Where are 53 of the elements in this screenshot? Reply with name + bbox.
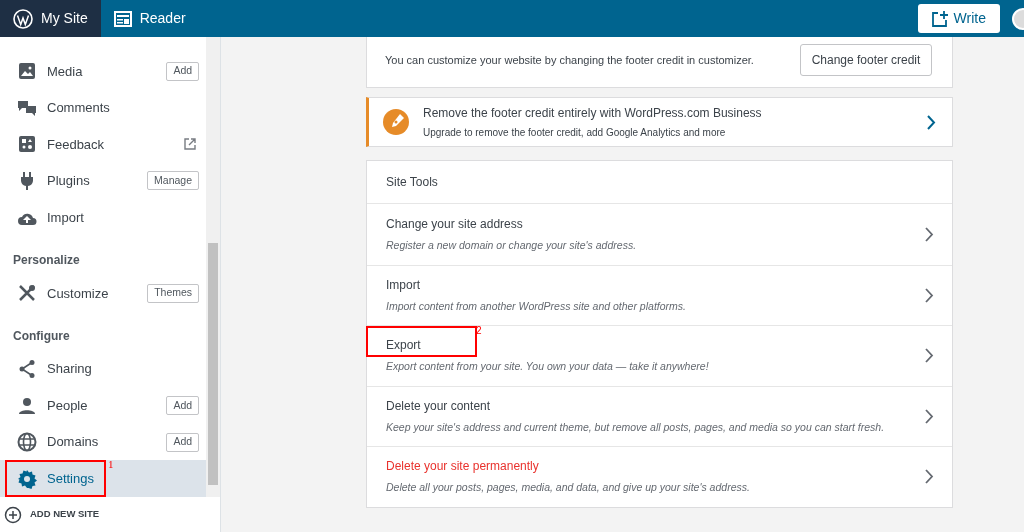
row-title: Change your site address [386,215,523,233]
row-description: Keep your site's address and current theme, but remove all posts, pages, and media so you can start fresh. [386,419,886,435]
person-icon [17,396,37,415]
row-title: Delete your site permanently [386,458,539,476]
gear-icon [17,468,37,489]
site-tool-row[interactable]: Delete your content Keep your site's address and current theme, but remove all posts, pages, and media so you can start fresh. [367,385,952,446]
add-icon [4,505,22,524]
sidebar-action-button[interactable]: Themes [147,283,200,303]
row-title: Delete your content [386,397,491,415]
row-description: Delete all your posts, pages, media, and data, and give up your site's address. [386,480,751,496]
card-heading: Site Tools [386,174,438,191]
write-button[interactable]: Write [917,4,1000,33]
site-tool-row[interactable]: Import Import content from another WordPress site and other platforms. [367,264,952,325]
nav-tab[interactable]: Reader [100,0,199,37]
image-icon [17,62,37,81]
site-tool-row[interactable]: Delete your site permanently Delete all your posts, pages, media, and data, and give up your site's address. [367,446,952,507]
sidebar-action-button[interactable]: Manage [147,171,200,191]
sidebar-item[interactable]: Settings 1 [0,460,207,497]
globe-icon [17,432,37,453]
upsell-banner[interactable]: Remove the footer credit entirely with WordPress.com Business Upgrade to remove the footer credit, add Google Analytics and more [366,97,953,147]
row-title: Export [386,337,421,355]
chevron-right-icon [925,469,934,485]
chevron-right-icon [925,408,934,424]
site-tool-row[interactable]: Export Export content from your site. You own your data — take it anywhere! 2 [367,325,952,386]
row-description: Export content from your site. You own your data — take it anywhere! [386,359,710,375]
change-footer-credit-button[interactable]: Change footer credit [800,44,932,76]
card-text: You can customize your website by changing the footer credit in customizer. [385,53,754,68]
site-tool-row[interactable]: Change your site address Register a new domain or change your site's address. [367,204,952,265]
sidebar-action-button[interactable]: Add [166,396,200,416]
sidebar-heading: Personalize [12,251,81,269]
sidebar-action-button[interactable]: Add [166,61,200,81]
new-post-icon [931,10,948,27]
annotation-number: 2 [476,326,482,336]
upsell-subtitle: Upgrade to remove the footer credit, add Google Analytics and more [423,126,727,140]
row-title: Import [386,276,420,294]
upsell-title: Remove the footer credit entirely with WordPress.com Business [423,105,763,122]
chevron-right-icon [925,226,934,242]
chevron-right-icon [925,348,934,364]
pen-nib-icon [383,109,409,135]
share-icon [17,358,37,379]
feedback-icon [17,135,37,154]
add-new-site-link[interactable]: ADD NEW SITE [4,505,100,524]
nav-tab[interactable]: My Site [0,0,101,37]
row-description: Import content from another WordPress site and other platforms. [386,298,687,314]
sidebar-action-button[interactable]: Add [166,432,200,452]
wordpress-logo-icon [13,8,33,29]
reader-icon [113,10,132,27]
chevron-right-icon [925,287,934,303]
sidebar-heading: Configure [12,327,71,345]
row-description: Register a new domain or change your site's address. [386,237,638,253]
speech-bubbles-icon [17,98,37,117]
chevron-right-icon [927,114,936,130]
scrollbar[interactable] [206,37,220,497]
